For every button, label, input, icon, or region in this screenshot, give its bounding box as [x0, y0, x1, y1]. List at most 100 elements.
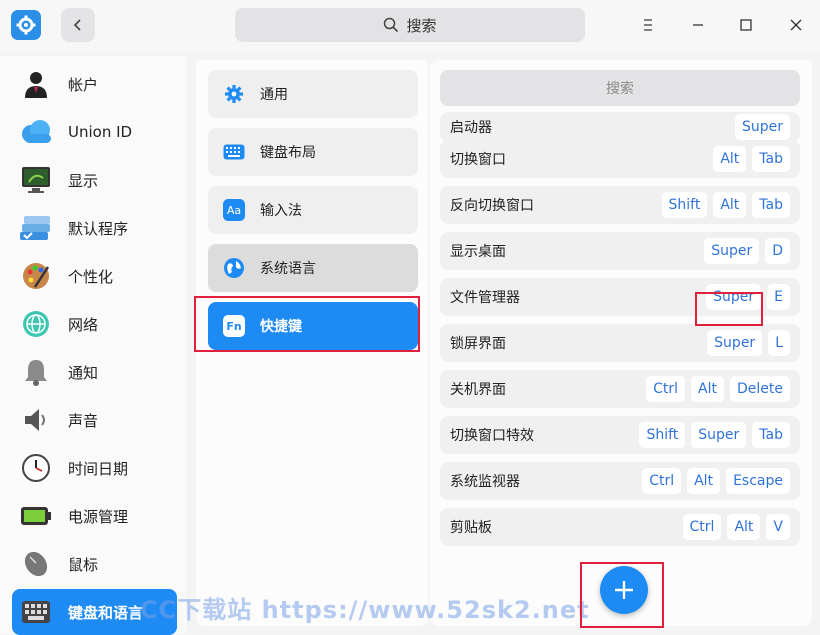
shortcut-row[interactable]: 反向切换窗口 Shift Alt Tab — [440, 186, 800, 224]
shortcut-keys[interactable]: Ctrl Alt Escape — [642, 468, 790, 494]
shortcuts-panel: 搜索 启动器 Super 切换窗口 Alt Tab 反向切换窗口 Shift Alt Tab 显示… — [430, 60, 812, 626]
sidebar-item-label: Union ID — [68, 123, 133, 141]
key-chip[interactable]: Ctrl — [646, 376, 686, 402]
shortcut-row[interactable]: 切换窗口特效 Shift Super Tab — [440, 416, 800, 454]
shortcut-keys[interactable]: Super — [734, 114, 790, 140]
shortcut-keys[interactable]: Shift Super Tab — [639, 422, 790, 448]
key-chip[interactable]: Tab — [752, 422, 790, 448]
key-chip[interactable]: Tab — [752, 146, 790, 172]
subnav-item-input-method[interactable]: Aa 输入法 — [208, 186, 418, 234]
shortcut-row[interactable]: 显示桌面 Super D — [440, 232, 800, 270]
sidebar-item-label: 显示 — [68, 171, 99, 190]
sidebar-item-network[interactable]: 网络 — [12, 304, 177, 344]
back-button[interactable] — [61, 8, 95, 42]
shortcut-search-placeholder: 搜索 — [606, 81, 634, 97]
shortcut-name: 切换窗口 — [450, 152, 506, 168]
key-chip[interactable]: Delete — [730, 376, 790, 402]
sidebar-item-label: 个性化 — [68, 267, 114, 286]
key-chip[interactable]: Ctrl — [682, 514, 722, 540]
minimize-button[interactable] — [685, 12, 711, 38]
shortcut-row[interactable]: 系统监视器 Ctrl Alt Escape — [440, 462, 800, 500]
mouse-icon — [18, 546, 54, 582]
key-chip[interactable]: Super — [706, 284, 762, 310]
subnav-item-general[interactable]: 通用 — [208, 70, 418, 118]
plus-icon — [615, 581, 633, 599]
shortcut-keys[interactable]: Super D — [704, 238, 790, 264]
close-icon — [790, 19, 802, 31]
key-chip[interactable]: L — [768, 330, 790, 356]
menu-icon — [644, 19, 652, 31]
maximize-button[interactable] — [733, 12, 759, 38]
watermark-text: CC下载站 https://www.52sk2.net — [140, 596, 590, 624]
input-method-icon: Aa — [222, 198, 246, 222]
shortcut-keys[interactable]: Super E — [706, 284, 790, 310]
sidebar-item-default-apps[interactable]: 默认程序 — [12, 208, 177, 248]
keyboard-layout-icon — [222, 140, 246, 164]
settings-app-icon — [11, 10, 41, 40]
close-button[interactable] — [783, 12, 809, 38]
subnav-item-shortcuts[interactable]: Fn 快捷键 — [208, 302, 418, 350]
key-chip[interactable]: Alt — [727, 514, 761, 540]
user-icon — [18, 66, 54, 102]
shortcut-keys[interactable]: Ctrl Alt Delete — [646, 376, 790, 402]
search-box[interactable]: 搜索 — [235, 8, 585, 42]
key-chip[interactable]: Alt — [691, 376, 724, 402]
shortcut-row[interactable]: 启动器 Super — [440, 112, 800, 142]
key-chip[interactable]: Shift — [639, 422, 686, 448]
subnav-item-keyboard-layout[interactable]: 键盘布局 — [208, 128, 418, 176]
shortcut-search-input[interactable]: 搜索 — [440, 70, 800, 106]
shortcut-row[interactable]: 剪贴板 Ctrl Alt V — [440, 508, 800, 546]
menu-button[interactable] — [635, 12, 661, 38]
search-icon — [384, 17, 399, 33]
keyboard-subnav: 通用 键盘布局 Aa 输入法 系统语言 Fn 快捷键 — [194, 60, 428, 626]
shortcut-name: 系统监视器 — [450, 474, 520, 490]
subnav-item-system-language[interactable]: 系统语言 — [208, 244, 418, 292]
key-chip[interactable]: Super — [691, 422, 747, 448]
sidebar-item-label: 帐户 — [68, 75, 99, 94]
sidebar-item-notification[interactable]: 通知 — [12, 352, 177, 392]
shortcut-keys[interactable]: Ctrl Alt V — [682, 514, 790, 540]
shortcut-row[interactable]: 文件管理器 Super E — [440, 278, 800, 316]
speaker-icon — [18, 402, 54, 438]
shortcut-row[interactable]: 锁屏界面 Super L — [440, 324, 800, 362]
maximize-icon — [740, 19, 752, 31]
sidebar-item-display[interactable]: 显示 — [12, 160, 177, 200]
title-bar: 搜索 — [0, 0, 820, 50]
sidebar-item-union-id[interactable]: Union ID — [12, 112, 177, 152]
shortcut-keys[interactable]: Alt Tab — [713, 146, 790, 172]
sidebar-item-power[interactable]: 电源管理 — [12, 496, 177, 536]
key-chip[interactable]: D — [765, 238, 790, 264]
key-chip[interactable]: V — [766, 514, 790, 540]
clock-icon — [18, 450, 54, 486]
key-chip[interactable]: Shift — [661, 192, 708, 218]
shortcut-row[interactable]: 关机界面 Ctrl Alt Delete — [440, 370, 800, 408]
sidebar-item-sound[interactable]: 声音 — [12, 400, 177, 440]
key-chip[interactable]: Alt — [687, 468, 721, 494]
shortcut-name: 切换窗口特效 — [450, 428, 534, 444]
key-chip[interactable]: Tab — [752, 192, 790, 218]
sidebar-item-personalization[interactable]: 个性化 — [12, 256, 177, 296]
globe-icon — [222, 256, 246, 280]
shortcut-row[interactable]: 切换窗口 Alt Tab — [440, 140, 800, 178]
key-chip[interactable]: Super — [734, 114, 790, 140]
battery-icon — [18, 498, 54, 534]
sidebar-item-mouse[interactable]: 鼠标 — [12, 544, 177, 584]
shortcut-name: 锁屏界面 — [450, 336, 506, 352]
sidebar-item-datetime[interactable]: 时间日期 — [12, 448, 177, 488]
key-chip[interactable]: Alt — [713, 146, 747, 172]
key-chip[interactable]: Super — [707, 330, 763, 356]
sidebar-item-accounts[interactable]: 帐户 — [12, 64, 177, 104]
chevron-left-icon — [73, 19, 81, 31]
key-chip[interactable]: E — [767, 284, 790, 310]
shortcut-name: 显示桌面 — [450, 244, 506, 260]
key-chip[interactable]: Super — [704, 238, 760, 264]
shortcut-name: 剪贴板 — [450, 520, 492, 536]
key-chip[interactable]: Alt — [713, 192, 747, 218]
add-shortcut-button[interactable] — [600, 566, 648, 614]
key-chip[interactable]: Ctrl — [642, 468, 682, 494]
shortcut-keys[interactable]: Shift Alt Tab — [661, 192, 790, 218]
shortcut-keys[interactable]: Super L — [707, 330, 790, 356]
key-chip[interactable]: Escape — [726, 468, 790, 494]
sidebar: 帐户 Union ID 显示 默认程序 个性化 网络 通知 声音 时间日期 电源… — [0, 56, 186, 635]
default-apps-icon — [18, 210, 54, 246]
